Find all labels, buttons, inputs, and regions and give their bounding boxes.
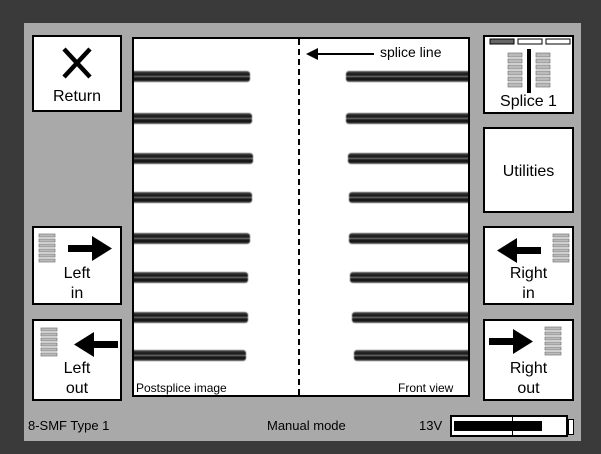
- front-view-label: Front view: [398, 381, 454, 395]
- right-out-button[interactable]: Right out: [483, 319, 574, 401]
- right-fiber: [348, 153, 468, 164]
- splice-button[interactable]: Splice 1: [483, 35, 574, 114]
- left-fiber: [134, 192, 252, 203]
- left-fiber: [134, 71, 250, 82]
- left-out-button[interactable]: Left out: [32, 319, 122, 401]
- return-button[interactable]: Return: [32, 35, 122, 112]
- postsplice-image-label: Postsplice image: [136, 381, 227, 395]
- battery-indicator: [450, 415, 568, 437]
- right-out-label-line2: out: [517, 380, 540, 397]
- right-fiber: [350, 272, 468, 283]
- splice-line-marker: [298, 39, 300, 395]
- right-fiber: [349, 192, 468, 203]
- right-in-button[interactable]: Right in: [483, 226, 574, 305]
- splice-label: Splice 1: [500, 93, 557, 110]
- arrow-left-icon: [497, 238, 541, 263]
- left-fiber: [134, 233, 250, 244]
- left-in-button[interactable]: Left in: [32, 226, 122, 305]
- splice-fibers-icon: [507, 49, 551, 93]
- right-fiber: [346, 71, 468, 82]
- splice-mode-indicator-icon: [489, 38, 571, 45]
- right-fiber: [349, 233, 468, 244]
- fiber-stack-icon: [38, 233, 56, 263]
- voltage-readout: 13V: [419, 418, 443, 433]
- arrow-right-icon: [68, 236, 112, 261]
- left-in-label-line2: in: [70, 285, 84, 302]
- battery-tip: [568, 419, 574, 435]
- arrow-left-icon: [74, 332, 118, 357]
- arrow-left-icon: [306, 48, 374, 60]
- left-fiber: [134, 350, 246, 361]
- return-label: Return: [52, 88, 102, 105]
- close-icon: [62, 47, 92, 79]
- right-in-label-line1: Right: [509, 265, 548, 282]
- right-fiber: [346, 113, 468, 124]
- left-fiber: [134, 272, 248, 283]
- battery-fill: [454, 421, 542, 431]
- mode-indicator: Manual mode: [267, 418, 346, 433]
- utilities-button[interactable]: Utilities: [483, 127, 574, 213]
- right-in-label-line2: in: [522, 285, 535, 302]
- right-out-label-line1: Right: [509, 360, 548, 377]
- fiber-image-viewer: splice line Postsplice image Front view: [132, 37, 470, 397]
- fiber-stack-icon: [552, 233, 570, 263]
- fiber-stack-icon: [40, 327, 58, 357]
- left-fiber: [134, 153, 253, 164]
- utilities-label: Utilities: [502, 163, 555, 180]
- splice-line-label: splice line: [380, 44, 442, 60]
- status-bar: 8-SMF Type 1 Manual mode 13V: [24, 409, 581, 441]
- left-fiber: [134, 113, 252, 124]
- arrow-right-icon: [489, 329, 533, 354]
- left-out-label-line2: out: [65, 380, 89, 397]
- right-fiber: [352, 312, 468, 323]
- right-fiber: [354, 350, 468, 361]
- left-fiber: [134, 312, 248, 323]
- fiber-stack-icon: [544, 326, 562, 356]
- battery-divider: [512, 415, 513, 437]
- left-out-label-line1: Left: [63, 360, 91, 377]
- fiber-type: 8-SMF Type 1: [28, 418, 110, 433]
- left-in-label-line1: Left: [63, 265, 91, 282]
- splicer-screen: Return Splice 1 Utilities Left in Right …: [24, 23, 581, 441]
